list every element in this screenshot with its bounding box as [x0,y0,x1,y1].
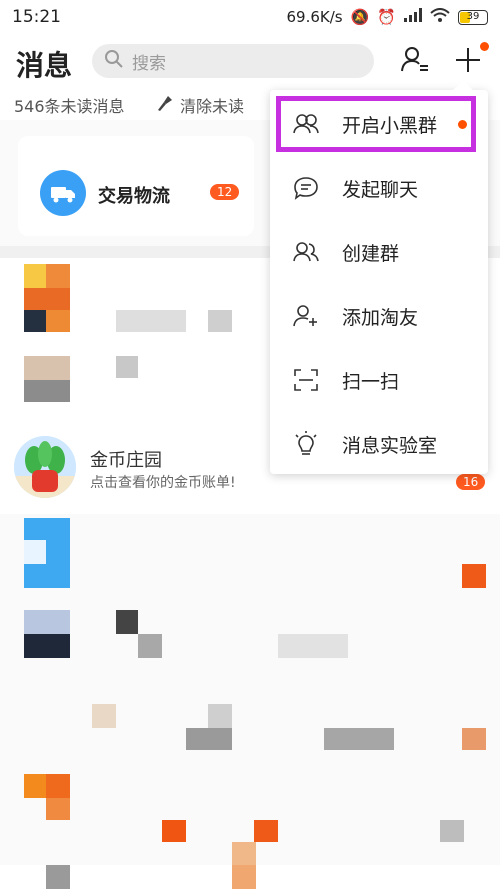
menu-item-label: 添加淘友 [342,306,419,329]
contacts-icon [399,45,429,79]
group-create-icon [288,241,324,263]
menu-item-scan[interactable]: 扫一扫 [270,348,488,412]
logistics-badge: 12 [210,184,240,200]
search-icon [104,49,124,74]
menu-item-label: 消息实验室 [342,434,438,457]
wifi-icon [430,7,450,27]
signal-icon [404,8,422,26]
menu-item-start-chat[interactable]: 发起聊天 [270,156,488,220]
add-friend-icon [288,304,324,328]
page-title: 消息 [16,49,73,82]
menu-item-label: 创建群 [342,242,400,265]
header: 消息 搜索 [0,34,500,90]
status-time: 15:21 [12,7,61,27]
avatar [24,774,46,798]
scan-icon [288,368,324,392]
logistics-label: 交易物流 [98,186,170,207]
plus-icon [454,46,482,78]
broom-icon [156,94,174,116]
coin-manor-badge: 16 [456,474,486,490]
avatar [24,264,46,288]
radish-icon [14,436,76,498]
search-bar[interactable]: 搜索 [92,44,374,78]
coin-manor-subtitle: 点击查看你的金币账单! [90,475,236,491]
menu-item-message-lab[interactable]: 消息实验室 [270,412,488,476]
avatar [24,610,70,634]
coin-manor-title: 金币庄园 [90,450,162,471]
clear-unread-button[interactable]: 清除未读 [156,93,244,117]
contacts-button[interactable] [398,46,430,78]
chat-bubble-icon [288,176,324,200]
alarm-icon: ⏰ [377,8,396,26]
menu-item-label: 发起聊天 [342,178,419,201]
battery-icon: 39 [458,9,488,25]
lightbulb-icon [288,431,324,457]
unread-count: 546条未读消息 [14,97,125,116]
search-placeholder: 搜索 [132,53,166,74]
notification-dot [480,42,489,51]
clear-unread-label: 清除未读 [180,97,245,116]
menu-item-create-group[interactable]: 创建群 [270,220,488,284]
highlight-box [276,96,476,152]
plus-button[interactable] [452,42,489,78]
menu-item-add-friend[interactable]: 添加淘友 [270,284,488,348]
mute-icon: 🔕 [350,8,370,26]
avatar [24,356,70,380]
truck-icon [40,170,86,216]
status-bar: 15:21 69.6K/s 🔕 ⏰ 39 [0,0,500,34]
network-speed: 69.6K/s [286,8,343,26]
menu-item-label: 扫一扫 [342,370,400,393]
logistics-card[interactable]: 交易物流 12 [18,136,254,236]
